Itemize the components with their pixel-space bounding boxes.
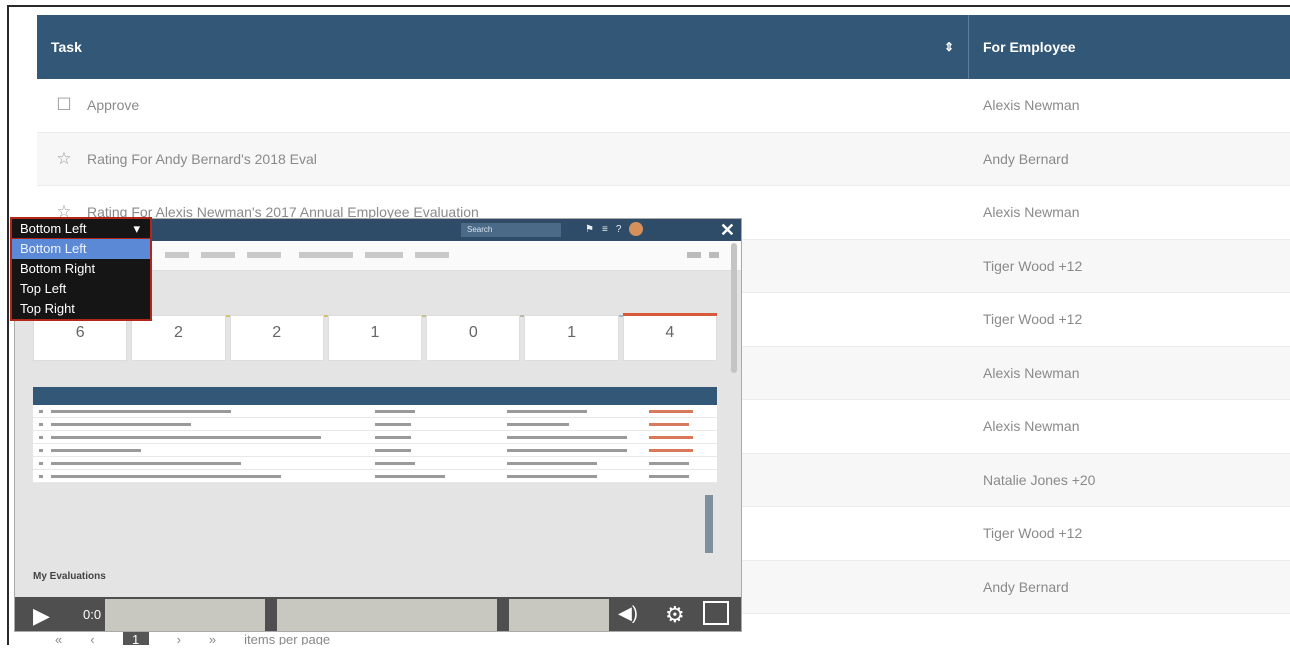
- employee-cell: Tiger Wood +12: [983, 311, 1083, 328]
- position-dropdown-selected[interactable]: Bottom Left ▾: [12, 219, 150, 239]
- employee-column-header[interactable]: For Employee: [969, 39, 1076, 55]
- video-side-tab: [705, 495, 713, 553]
- task-cell[interactable]: ☐ Approve: [37, 96, 969, 114]
- video-summary-card: 2: [229, 315, 324, 361]
- help-icon: ?: [615, 223, 622, 235]
- employee-cell: Alexis Newman: [983, 204, 1080, 221]
- position-option[interactable]: Top Left: [12, 279, 150, 299]
- table-header: Task ⇕ For Employee: [37, 15, 1290, 79]
- video-top-icons: ⚑ ≡ ?: [585, 222, 644, 236]
- employee-cell: Andy Bernard: [983, 150, 1069, 167]
- video-summary-cards: 6221014: [33, 313, 718, 361]
- close-icon[interactable]: ✕: [720, 220, 735, 241]
- video-summary-card: 1: [524, 315, 619, 361]
- task-header-label: Task: [51, 39, 82, 55]
- position-option[interactable]: Bottom Right: [12, 259, 150, 279]
- video-thumb-strip: [277, 599, 497, 631]
- last-page-icon[interactable]: »: [209, 632, 216, 646]
- play-icon[interactable]: ▶: [33, 603, 50, 629]
- employee-cell: Alexis Newman: [983, 97, 1080, 114]
- next-page-icon[interactable]: ›: [177, 632, 181, 646]
- volume-icon[interactable]: ◀): [618, 603, 638, 624]
- employee-cell: Tiger Wood +12: [983, 257, 1083, 274]
- table-row[interactable]: ☆ Rating For Andy Bernard's 2018 Eval Andy…: [37, 132, 1290, 186]
- star-icon: ☆: [56, 148, 72, 168]
- table-row[interactable]: ☐ Approve Alexis Newman: [37, 79, 1290, 133]
- position-dropdown-options: Bottom Left Bottom Right Top Left Top Right: [12, 239, 150, 319]
- task-label: Rating For Andy Bernard's 2018 Eval: [87, 150, 317, 167]
- video-search-box: Search: [461, 223, 561, 237]
- fullscreen-icon[interactable]: [703, 601, 729, 625]
- gear-icon[interactable]: ⚙: [665, 602, 685, 628]
- video-inner-table-header: [33, 387, 717, 405]
- first-page-icon[interactable]: «: [55, 632, 62, 646]
- position-option[interactable]: Bottom Left: [12, 239, 150, 259]
- video-time: 0:0: [83, 607, 102, 622]
- employee-cell: Alexis Newman: [983, 418, 1080, 435]
- employee-header-label: For Employee: [983, 39, 1076, 55]
- menu-icon: ≡: [601, 223, 608, 235]
- video-controls: ▶ 0:0 ◀) ⚙: [15, 597, 741, 631]
- prev-page-icon[interactable]: ‹: [90, 632, 94, 646]
- video-thumb-strip: [509, 599, 609, 631]
- position-dropdown[interactable]: Bottom Left ▾ Bottom Left Bottom Right Top…: [10, 217, 152, 321]
- employee-cell: Natalie Jones +20: [983, 471, 1096, 488]
- sort-icon[interactable]: ⇕: [944, 40, 954, 54]
- video-summary-card: 4: [622, 313, 718, 361]
- position-option[interactable]: Top Right: [12, 299, 150, 319]
- flag-icon: ⚑: [585, 223, 594, 235]
- position-selected-label: Bottom Left: [20, 221, 87, 236]
- video-summary-card: 6: [33, 315, 128, 361]
- video-summary-card: 2: [131, 315, 226, 361]
- employee-cell: Andy Bernard: [983, 578, 1069, 595]
- task-column-header[interactable]: Task ⇕: [37, 15, 969, 79]
- video-inner-table: [33, 405, 717, 483]
- clipboard-icon: ☐: [56, 95, 72, 115]
- dropdown-caret-icon: ▾: [133, 221, 140, 236]
- video-thumb-strip: [105, 599, 265, 631]
- task-label: Approve: [87, 97, 140, 114]
- video-summary-card: 1: [327, 315, 423, 361]
- items-per-page-label: items per page: [244, 631, 331, 646]
- task-cell[interactable]: ☆ Rating For Andy Bernard's 2018 Eval: [37, 148, 969, 168]
- employee-cell: Alexis Newman: [983, 364, 1080, 381]
- video-section-label: My Evaluations: [33, 571, 106, 582]
- avatar: [629, 222, 644, 236]
- video-page-scrollbar: [731, 243, 737, 373]
- video-summary-card: 0: [426, 315, 521, 361]
- employee-cell: Tiger Wood +12: [983, 525, 1083, 542]
